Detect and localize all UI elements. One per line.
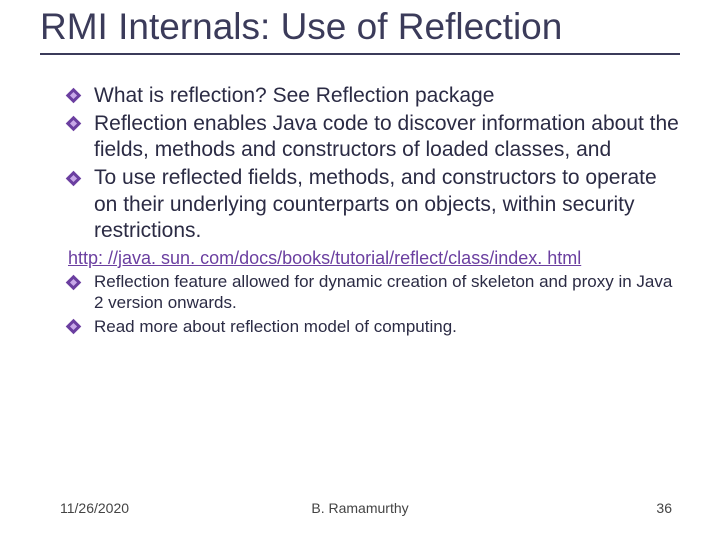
- list-item: Reflection enables Java code to discover…: [68, 111, 680, 164]
- footer-author: B. Ramamurthy: [0, 500, 720, 516]
- bullet-list-primary: What is reflection? See Reflection packa…: [68, 83, 680, 245]
- footer: 11/26/2020 B. Ramamurthy 36: [0, 500, 720, 516]
- bullet-list-secondary: Reflection feature allowed for dynamic c…: [68, 271, 680, 337]
- list-item: Reflection feature allowed for dynamic c…: [68, 271, 680, 314]
- reference-link[interactable]: http: //java. sun. com/docs/books/tutori…: [68, 248, 680, 269]
- title-underline: [40, 53, 680, 55]
- list-item: Read more about reflection model of comp…: [68, 316, 680, 337]
- slide: RMI Internals: Use of Reflection What is…: [0, 6, 720, 540]
- slide-title: RMI Internals: Use of Reflection: [40, 6, 680, 49]
- list-item: What is reflection? See Reflection packa…: [68, 83, 680, 109]
- list-item: To use reflected fields, methods, and co…: [68, 165, 680, 244]
